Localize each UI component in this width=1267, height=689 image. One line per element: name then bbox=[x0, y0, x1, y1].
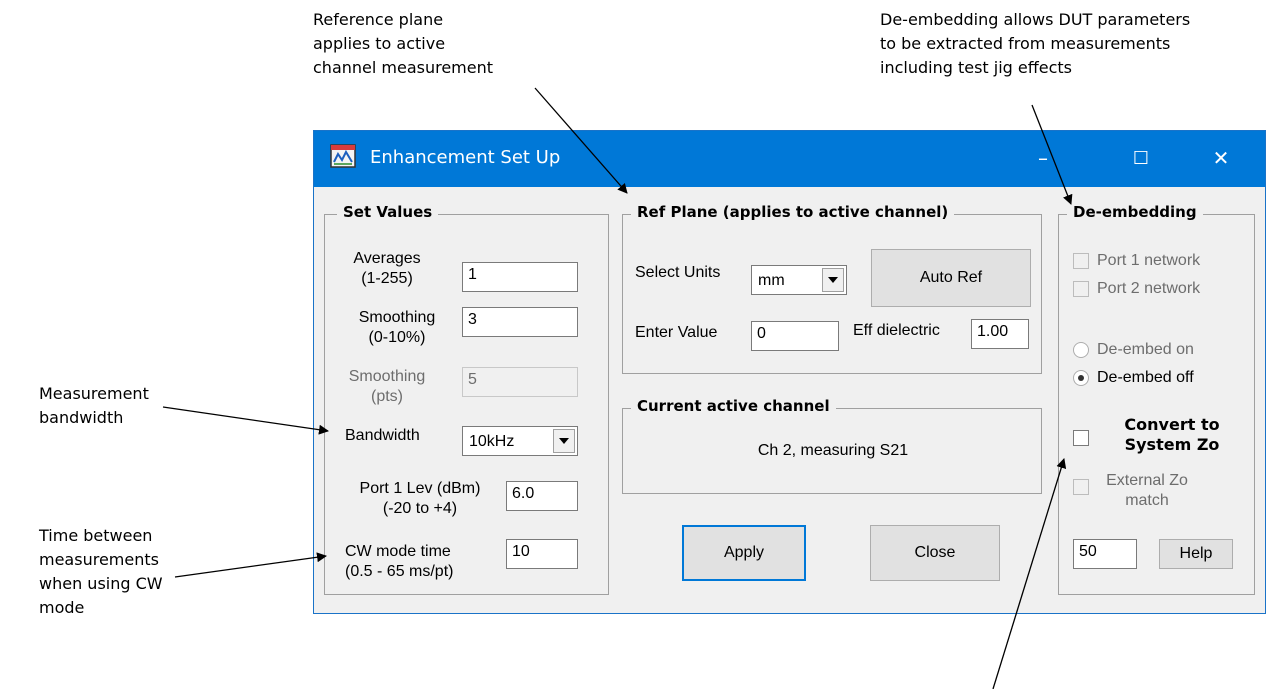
smoothing-percent-label: Smoothing (0-10%) bbox=[358, 309, 436, 346]
minimize-icon: – bbox=[1038, 146, 1048, 170]
cw-mode-time-input[interactable]: 10 bbox=[506, 539, 578, 569]
title-bar[interactable]: Enhancement Set Up – ☐ ✕ bbox=[314, 131, 1265, 187]
deembed-on-label: De-embed on bbox=[1097, 341, 1194, 358]
chevron-down-icon[interactable] bbox=[822, 268, 844, 292]
convert-system-zo-checkbox[interactable] bbox=[1073, 430, 1089, 446]
port1-network-checkbox[interactable] bbox=[1073, 253, 1089, 269]
averages-label: Averages (1-255) bbox=[353, 250, 421, 287]
deembed-off-radio[interactable] bbox=[1073, 370, 1089, 386]
bandwidth-arrow bbox=[162, 406, 329, 435]
maximize-button[interactable]: ☐ bbox=[1121, 141, 1161, 175]
close-icon: ✕ bbox=[1212, 146, 1230, 170]
ref-plane-group: Ref Plane (applies to active channel) Se… bbox=[622, 203, 1042, 374]
maximize-icon: ☐ bbox=[1132, 147, 1150, 169]
cw-time-arrow bbox=[174, 552, 327, 578]
auto-ref-button[interactable]: Auto Ref bbox=[871, 249, 1031, 307]
chevron-down-icon[interactable] bbox=[553, 429, 575, 453]
averages-input[interactable]: 1 bbox=[462, 262, 578, 292]
minimize-button[interactable]: – bbox=[1023, 141, 1063, 175]
help-button[interactable]: Help bbox=[1159, 539, 1233, 569]
ref-plane-legend: Ref Plane (applies to active channel) bbox=[631, 203, 955, 221]
set-values-group: Set Values Averages (1-255) 1 Smoothing … bbox=[324, 203, 609, 595]
convert-system-zo-label: Convert to System Zo bbox=[1124, 415, 1220, 454]
port1-network-label: Port 1 network bbox=[1097, 252, 1201, 269]
deembedding-legend: De-embedding bbox=[1067, 203, 1203, 221]
deembed-on-radio[interactable] bbox=[1073, 342, 1089, 358]
bandwidth-label: Bandwidth bbox=[345, 427, 420, 444]
smoothing-points-input: 5 bbox=[462, 367, 578, 397]
port1-level-label: Port 1 Lev (dBm) (-20 to +4) bbox=[359, 480, 481, 517]
external-zo-label: External Zo match bbox=[1106, 472, 1188, 509]
system-zo-input[interactable]: 50 bbox=[1073, 539, 1137, 569]
external-zo-checkbox[interactable] bbox=[1073, 479, 1089, 495]
active-channel-group: Current active channel Ch 2, measuring S… bbox=[622, 397, 1042, 494]
port2-network-label: Port 2 network bbox=[1097, 280, 1201, 297]
active-channel-legend: Current active channel bbox=[631, 397, 836, 415]
bandwidth-select[interactable]: 10kHz bbox=[462, 426, 578, 456]
smoothing-percent-input[interactable]: 3 bbox=[462, 307, 578, 337]
units-value: mm bbox=[758, 272, 785, 289]
ref-value-input[interactable]: 0 bbox=[751, 321, 839, 351]
port1-level-input[interactable]: 6.0 bbox=[506, 481, 578, 511]
eff-dielectric-input[interactable]: 1.00 bbox=[971, 319, 1029, 349]
eff-dielectric-label: Eff dielectric bbox=[853, 322, 940, 339]
apply-button[interactable]: Apply bbox=[682, 525, 806, 581]
close-button[interactable]: Close bbox=[870, 525, 1000, 581]
deembed-callout: De-embedding allows DUT parameters to be… bbox=[880, 10, 1191, 77]
app-icon bbox=[330, 144, 356, 168]
enter-value-label: Enter Value bbox=[635, 324, 718, 341]
smoothing-points-label: Smoothing (pts) bbox=[348, 368, 426, 405]
port2-network-checkbox[interactable] bbox=[1073, 281, 1089, 297]
cw-time-callout: Time between measurements when using CW … bbox=[39, 526, 163, 617]
deembed-off-label: De-embed off bbox=[1097, 369, 1194, 386]
enhancement-setup-dialog: Enhancement Set Up – ☐ ✕ Set Values Aver… bbox=[313, 130, 1266, 614]
select-units-label: Select Units bbox=[635, 264, 721, 281]
bandwidth-callout: Measurement bandwidth bbox=[39, 384, 149, 427]
set-values-legend: Set Values bbox=[337, 203, 439, 221]
deembedding-group: De-embedding Port 1 network Port 2 netwo… bbox=[1058, 203, 1255, 595]
active-channel-text: Ch 2, measuring S21 bbox=[757, 442, 909, 459]
bandwidth-value: 10kHz bbox=[469, 433, 515, 450]
cw-mode-time-label: CW mode time (0.5 - 65 ms/pt) bbox=[345, 543, 454, 580]
window-title: Enhancement Set Up bbox=[370, 147, 561, 168]
close-window-button[interactable]: ✕ bbox=[1201, 141, 1241, 175]
units-select[interactable]: mm bbox=[751, 265, 847, 295]
ref-plane-callout: Reference plane applies to active channe… bbox=[313, 10, 494, 77]
